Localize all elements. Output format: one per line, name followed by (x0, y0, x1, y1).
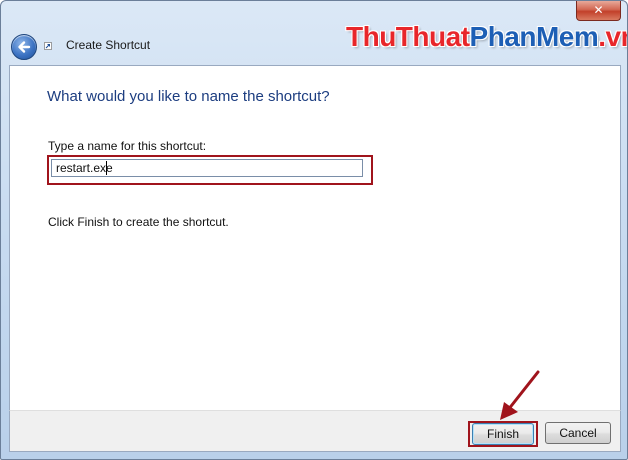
finish-instruction: Click Finish to create the shortcut. (48, 215, 229, 229)
shortcut-name-input[interactable] (51, 159, 363, 177)
name-field-label: Type a name for this shortcut: (48, 139, 207, 153)
close-icon: ✕ (593, 3, 604, 17)
finish-button[interactable]: Finish (472, 423, 534, 445)
wizard-content: What would you like to name the shortcut… (9, 65, 621, 411)
watermark-part2: PhanMem (469, 21, 599, 52)
watermark-part3: .vn (598, 21, 627, 52)
back-button[interactable] (11, 34, 37, 60)
back-arrow-icon (18, 41, 31, 53)
text-caret (106, 161, 107, 175)
input-highlight-box (47, 155, 373, 185)
watermark-part1: ThuThuat (346, 21, 470, 52)
window-title: Create Shortcut (66, 38, 151, 52)
finish-highlight-box: Finish (468, 421, 538, 447)
page-title: What would you like to name the shortcut… (47, 88, 330, 105)
annotation-arrow-icon (500, 370, 540, 420)
watermark-logo: ThuThuatPhanMem.vn (346, 21, 627, 53)
cancel-button[interactable]: Cancel (545, 422, 611, 444)
title-bar: Create Shortcut ✕ ThuThuatPhanMem.vn (1, 1, 627, 65)
close-button[interactable]: ✕ (576, 1, 621, 21)
shortcut-arrow-icon (44, 42, 52, 50)
